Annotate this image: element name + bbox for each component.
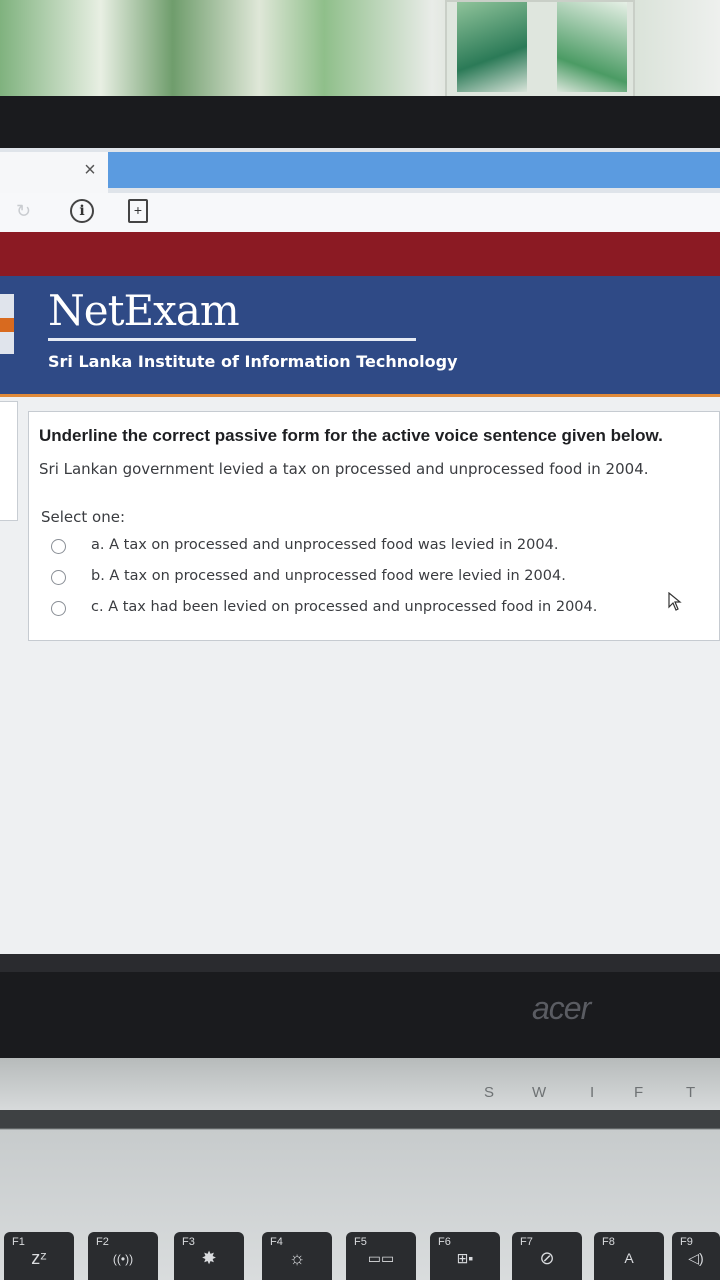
key-label: F5	[354, 1236, 367, 1248]
browser-nav-bar: ↻ i +	[0, 193, 720, 233]
question-info-panel	[0, 401, 18, 521]
painting-right	[557, 2, 627, 92]
mouse-cursor-icon	[668, 592, 682, 611]
display-icon: ▭▭	[367, 1250, 395, 1266]
site-brand[interactable]: NetExam	[48, 286, 240, 335]
key-label: F4	[270, 1236, 283, 1248]
brand-divider	[48, 338, 416, 341]
answer-option-label[interactable]: c. A tax had been levied on processed an…	[91, 599, 597, 615]
main-content: Underline the correct passive form for t…	[0, 397, 720, 954]
browser-tab[interactable]: ×	[0, 152, 108, 193]
key-label: F7	[520, 1236, 533, 1248]
hinge-label: W	[532, 1084, 547, 1101]
institution-logo	[0, 294, 14, 354]
question-box: Underline the correct passive form for t…	[28, 411, 720, 641]
keyboard-light-icon: A	[624, 1250, 634, 1266]
radio-button[interactable]	[51, 570, 66, 585]
key-label: F1	[12, 1236, 25, 1248]
laptop-brand-logo: acer	[532, 990, 591, 1026]
answer-option-label[interactable]: b. A tax on processed and unprocessed fo…	[91, 568, 566, 584]
touchpad-icon: ⊞▪	[456, 1250, 474, 1266]
active-tab-strip[interactable]	[108, 152, 720, 188]
site-subtitle: Sri Lanka Institute of Information Techn…	[48, 352, 458, 371]
volume-icon: ◁)	[688, 1250, 704, 1266]
key-f6[interactable]: F6 ⊞▪	[430, 1232, 500, 1280]
hinge-label: F	[634, 1084, 644, 1101]
laptop-hinge	[0, 1058, 720, 1110]
key-f3[interactable]: F3 ✸	[174, 1232, 244, 1280]
laptop-screen: × ↻ i + NetExam Sri Lanka Institute of I…	[0, 148, 720, 954]
sleep-icon: zᶻ	[31, 1248, 47, 1268]
brightness-icon: ☼	[288, 1248, 306, 1268]
key-label: F8	[602, 1236, 615, 1248]
hinge-label: T	[686, 1084, 696, 1101]
key-f5[interactable]: F5 ▭▭	[346, 1232, 416, 1280]
select-one-label: Select one:	[41, 508, 126, 526]
mute-icon: ⊘	[539, 1248, 555, 1268]
painting-left	[457, 2, 527, 92]
key-label: F2	[96, 1236, 109, 1248]
key-f7[interactable]: F7 ⊘	[512, 1232, 582, 1280]
key-f1[interactable]: F1 zᶻ	[4, 1232, 74, 1280]
question-sentence: Sri Lankan government levied a tax on pr…	[39, 460, 649, 478]
page-icon[interactable]: +	[128, 199, 148, 223]
wall-painting	[445, 0, 635, 98]
info-icon[interactable]: i	[70, 199, 94, 223]
reload-icon[interactable]: ↻	[16, 201, 36, 221]
key-f8[interactable]: F8 A	[594, 1232, 664, 1280]
hinge-label: S	[484, 1084, 495, 1101]
key-label: F9	[680, 1236, 693, 1248]
key-label: F3	[182, 1236, 195, 1248]
answer-option-label[interactable]: a. A tax on processed and unprocessed fo…	[91, 537, 558, 553]
key-label: F6	[438, 1236, 451, 1248]
browser-tab-bar: ×	[0, 148, 720, 193]
site-top-bar	[0, 232, 720, 276]
close-icon[interactable]: ×	[80, 160, 100, 180]
key-f9[interactable]: F9 ◁)	[672, 1232, 720, 1280]
hinge-label: I	[590, 1084, 595, 1101]
site-header: NetExam Sri Lanka Institute of Informati…	[0, 276, 720, 394]
key-f2[interactable]: F2 ((•))	[88, 1232, 158, 1280]
wireless-icon: ((•))	[112, 1252, 134, 1266]
screen-bottom-edge	[0, 954, 720, 972]
question-title: Underline the correct passive form for t…	[39, 426, 663, 445]
radio-button[interactable]	[51, 601, 66, 616]
key-f4[interactable]: F4 ☼	[262, 1232, 332, 1280]
bluetooth-icon: ✸	[201, 1248, 217, 1268]
radio-button[interactable]	[51, 539, 66, 554]
